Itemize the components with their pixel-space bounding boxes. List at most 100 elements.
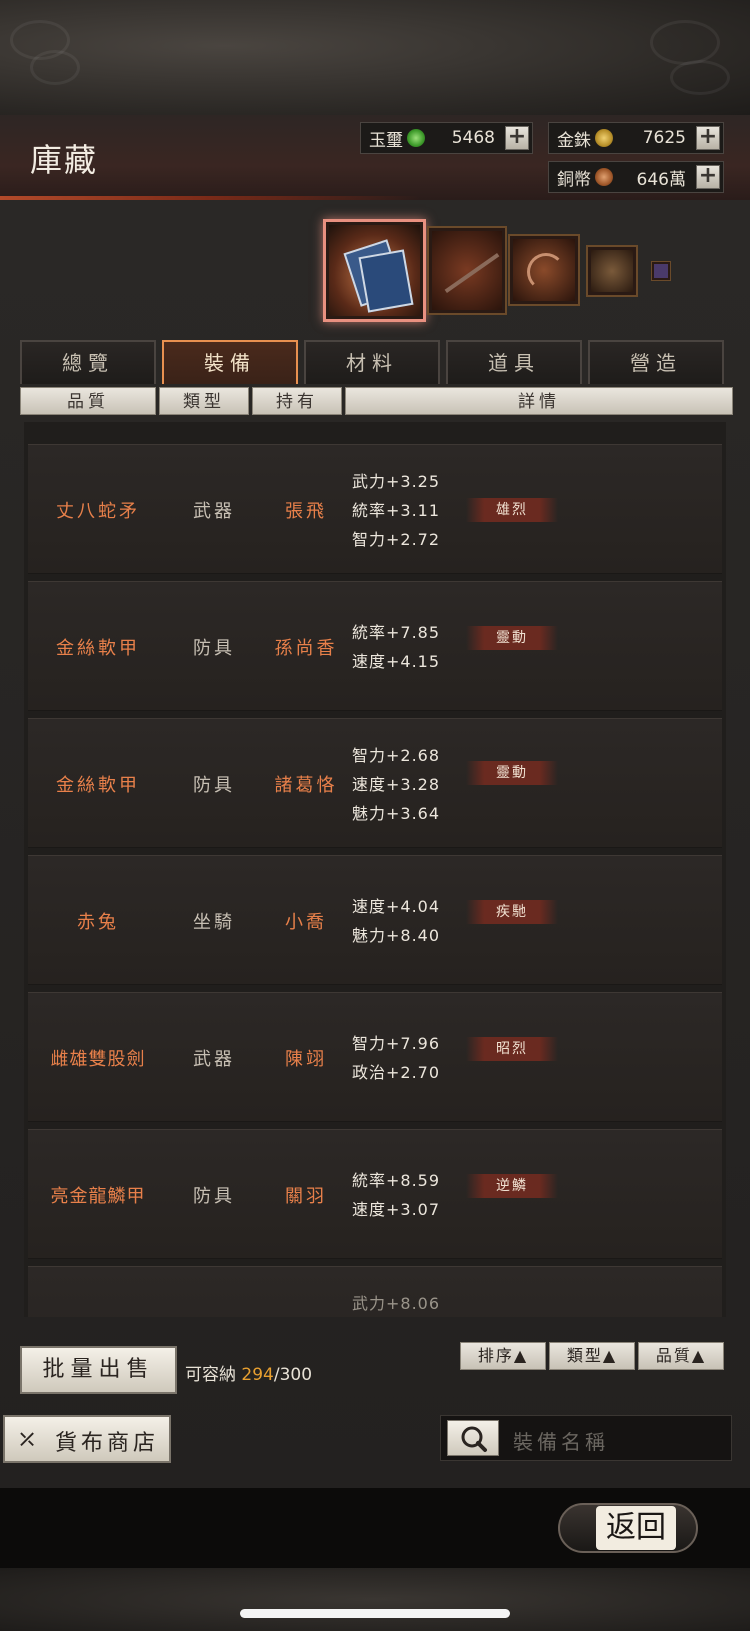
bulk-sell-button[interactable]: 批量出售: [20, 1346, 177, 1394]
add-jade-button[interactable]: +: [505, 126, 529, 150]
tab-construction[interactable]: 營造: [588, 340, 724, 384]
category-thumb-weapon[interactable]: [427, 226, 507, 315]
horse-icon: [591, 250, 633, 292]
capacity-label: 可容納: [185, 1365, 236, 1385]
item-type: 武器: [193, 1049, 235, 1070]
column-header-quality[interactable]: 品質: [20, 387, 156, 415]
gem-icon: [654, 264, 668, 278]
item-type: 防具: [193, 775, 235, 796]
category-thumb-book[interactable]: [323, 219, 426, 322]
item-stats: 速度+4.04 魅力+8.40: [352, 856, 462, 986]
stat-line: 魅力+3.64: [352, 803, 441, 823]
table-row[interactable]: 雌雄雙股劍 武器 陳翊 智力+7.96 政治+2.70 昭烈: [28, 992, 722, 1122]
item-type: 防具: [193, 638, 235, 659]
search-icon: [461, 1426, 487, 1452]
item-name: 亮金龍鱗甲: [50, 1186, 146, 1207]
book-icon: [329, 225, 420, 316]
stat-line: 魅力+8.40: [352, 926, 441, 945]
top-banner: [0, 0, 750, 115]
sword-icon: [432, 231, 502, 310]
stat-line: 智力+2.72: [352, 529, 441, 549]
item-stats: 智力+7.96 政治+2.70: [352, 993, 462, 1123]
item-owner: 小喬: [285, 912, 327, 933]
home-indicator[interactable]: [240, 1609, 510, 1618]
item-owner: 陳翊: [285, 1049, 327, 1070]
category-thumb-misc[interactable]: [651, 261, 671, 281]
item-name: 金絲軟甲: [56, 638, 140, 659]
item-stats: 智力+2.68 速度+3.28 魅力+3.64: [352, 719, 462, 849]
table-row[interactable]: 金絲軟甲 防具 諸葛恪 智力+2.68 速度+3.28 魅力+3.64 靈動: [28, 718, 722, 848]
column-header-type[interactable]: 類型: [159, 387, 249, 415]
sort-quality-button[interactable]: 品質▲: [638, 1342, 724, 1370]
stat-line: 統率+8.59: [352, 1171, 441, 1190]
item-owner: 孫尚香: [274, 638, 338, 659]
category-thumb-bow[interactable]: [508, 234, 580, 306]
category-thumb-horse[interactable]: [586, 245, 638, 297]
item-name: 赤兔: [77, 912, 119, 933]
search-input[interactable]: 裝備名稱: [513, 1426, 609, 1455]
column-header-owner[interactable]: 持有: [252, 387, 342, 415]
table-row[interactable]: 赤兔 坐騎 小喬 速度+4.04 魅力+8.40 疾馳: [28, 855, 722, 985]
shop-button-label: 貨布商店: [55, 1431, 160, 1456]
resource-copper: 銅幣 646萬 +: [548, 161, 724, 193]
cloud-ornament: [650, 20, 720, 65]
jade-coin-icon: [407, 129, 425, 147]
tab-equipment[interactable]: 裝備: [162, 340, 298, 384]
stat-line: 智力+2.68: [352, 745, 441, 765]
item-type: 武器: [193, 501, 235, 522]
table-row[interactable]: 金絲軟甲 防具 孫尚香 統率+7.85 速度+4.15 靈動: [28, 581, 722, 711]
stat-line: 武力+3.25: [352, 471, 441, 491]
resource-jade: 玉璽 5468 +: [360, 122, 533, 154]
add-gold-button[interactable]: +: [696, 126, 720, 150]
resource-label: 銅幣: [557, 169, 591, 190]
skill-badge: 雄烈: [466, 498, 558, 522]
resource-gold: 金銖 7625 +: [548, 122, 724, 154]
sort-order-button[interactable]: 排序▲: [460, 1342, 546, 1370]
stat-line: 速度+3.28: [352, 774, 441, 794]
resource-value: 646萬: [636, 169, 686, 190]
capacity-used: 294: [241, 1365, 274, 1385]
bow-icon: [513, 239, 575, 301]
item-name: 雌雄雙股劍: [50, 1049, 146, 1070]
item-owner: 張飛: [285, 501, 327, 522]
skill-badge: 靈動: [466, 626, 558, 650]
stat-line: 武力+8.06: [352, 1294, 441, 1313]
item-owner: 關羽: [285, 1186, 327, 1207]
stat-line: 智力+7.96: [352, 1034, 441, 1053]
table-row[interactable]: 武力+8.06: [28, 1266, 722, 1317]
currency-shop-button[interactable]: ⤫ 貨布商店: [3, 1415, 171, 1463]
resource-label: 金銖: [557, 130, 591, 151]
page-title: 庫藏: [30, 141, 99, 179]
skill-badge: 昭烈: [466, 1037, 558, 1061]
item-type: 坐騎: [193, 912, 235, 933]
capacity-text: 可容納 294/300: [185, 1360, 312, 1385]
stat-line: 速度+4.15: [352, 652, 441, 671]
sort-type-button[interactable]: 類型▲: [549, 1342, 635, 1370]
stat-line: 統率+7.85: [352, 623, 441, 642]
item-name: 金絲軟甲: [56, 775, 140, 796]
add-copper-button[interactable]: +: [696, 165, 720, 189]
resource-value: 7625: [642, 128, 686, 148]
stat-line: 速度+3.07: [352, 1200, 441, 1219]
tab-items[interactable]: 道具: [446, 340, 582, 384]
table-row[interactable]: 丈八蛇矛 武器 張飛 武力+3.25 統率+3.11 智力+2.72 雄烈: [28, 444, 722, 574]
shop-arrow-icon: ⤫: [17, 1425, 38, 1453]
skill-badge: 疾馳: [466, 900, 558, 924]
skill-badge: 逆鱗: [466, 1174, 558, 1198]
cloud-ornament: [30, 50, 80, 85]
tab-overview[interactable]: 總覽: [20, 340, 156, 384]
skill-badge: 靈動: [466, 761, 558, 785]
tab-materials[interactable]: 材料: [304, 340, 440, 384]
search-button[interactable]: [447, 1420, 499, 1456]
stat-line: 政治+2.70: [352, 1063, 441, 1082]
search-field[interactable]: 裝備名稱: [440, 1415, 732, 1461]
item-stats: 統率+7.85 速度+4.15: [352, 582, 462, 712]
copper-coin-icon: [595, 168, 613, 186]
return-button[interactable]: 返回: [596, 1506, 676, 1550]
column-header-details[interactable]: 詳情: [345, 387, 733, 415]
item-stats: 武力+8.06: [352, 1267, 462, 1317]
equipment-list[interactable]: 丈八蛇矛 武器 張飛 武力+3.25 統率+3.11 智力+2.72 雄烈 金絲…: [24, 422, 726, 1317]
item-stats: 武力+3.25 統率+3.11 智力+2.72: [352, 445, 462, 575]
table-row[interactable]: 亮金龍鱗甲 防具 關羽 統率+8.59 速度+3.07 逆鱗: [28, 1129, 722, 1259]
cloud-ornament: [670, 60, 730, 95]
